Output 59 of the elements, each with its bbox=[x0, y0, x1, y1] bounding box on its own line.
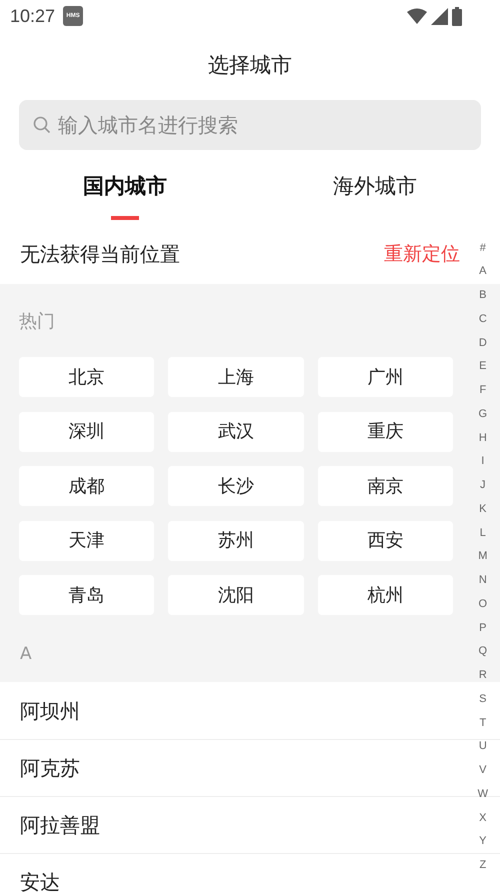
index-letter[interactable]: W bbox=[478, 782, 488, 806]
index-letter[interactable]: A bbox=[479, 260, 486, 284]
index-letter[interactable]: U bbox=[478, 734, 487, 758]
city-button[interactable]: 武汉 bbox=[168, 412, 304, 452]
status-time: 10:27 bbox=[10, 4, 56, 28]
city-button[interactable]: 西安 bbox=[318, 520, 453, 560]
index-letter[interactable]: Z bbox=[479, 854, 486, 878]
index-letter[interactable]: B bbox=[479, 284, 486, 308]
page-title: 选择城市 bbox=[208, 52, 292, 80]
index-letter[interactable]: V bbox=[479, 758, 486, 782]
city-button[interactable]: 重庆 bbox=[318, 412, 453, 452]
city-item[interactable]: 阿拉善盟 bbox=[20, 810, 100, 840]
index-letter[interactable]: N bbox=[478, 568, 487, 592]
city-button[interactable]: 天津 bbox=[19, 520, 154, 560]
tab-indicator bbox=[111, 216, 139, 220]
section-heading: 热门 bbox=[19, 310, 56, 334]
city-button[interactable]: 青岛 bbox=[19, 575, 154, 615]
city-button[interactable]: 深圳 bbox=[19, 412, 154, 452]
city-item[interactable]: 阿坝州 bbox=[20, 696, 80, 726]
city-button[interactable]: 北京 bbox=[19, 357, 154, 397]
city-button[interactable]: 广州 bbox=[318, 357, 453, 397]
tab[interactable]: 海外城市 bbox=[333, 170, 417, 202]
relocate-link[interactable]: 重新定位 bbox=[384, 240, 460, 268]
search-field[interactable]: 输入城市名进行搜索 bbox=[19, 100, 481, 150]
search-icon bbox=[33, 116, 51, 134]
city-button[interactable]: 长沙 bbox=[168, 466, 304, 506]
signal-icon bbox=[431, 8, 448, 24]
index-letter[interactable]: M bbox=[478, 544, 488, 568]
index-letter[interactable]: H bbox=[478, 426, 487, 450]
index-letter[interactable]: C bbox=[478, 307, 487, 331]
city-button[interactable]: 苏州 bbox=[168, 520, 304, 560]
city-button[interactable]: 南京 bbox=[318, 466, 453, 506]
city-button[interactable]: 成都 bbox=[19, 466, 154, 506]
index-letter[interactable]: G bbox=[478, 402, 488, 426]
battery-icon bbox=[452, 6, 462, 26]
index-letter[interactable]: X bbox=[479, 806, 486, 830]
index-letter[interactable]: Y bbox=[479, 830, 486, 854]
wifi-icon bbox=[407, 8, 427, 24]
index-letter[interactable]: P bbox=[479, 616, 486, 640]
tab[interactable]: 国内城市 bbox=[83, 170, 167, 202]
index-letter[interactable]: K bbox=[479, 497, 486, 521]
index-letter[interactable]: T bbox=[479, 711, 486, 735]
city-item[interactable]: 阿克苏 bbox=[20, 753, 80, 783]
index-letter[interactable]: J bbox=[480, 474, 486, 498]
index-letter[interactable]: F bbox=[479, 378, 486, 402]
index-letter[interactable]: S bbox=[479, 687, 486, 711]
city-button[interactable]: 杭州 bbox=[318, 575, 453, 615]
city-item[interactable]: 安达 bbox=[20, 867, 60, 895]
city-button[interactable]: 沈阳 bbox=[168, 575, 304, 615]
city-button[interactable]: 上海 bbox=[168, 357, 304, 397]
index-letter[interactable]: D bbox=[478, 331, 487, 355]
index-letter[interactable]: O bbox=[478, 592, 488, 616]
index-letter[interactable]: L bbox=[480, 521, 486, 545]
location-status: 无法获得当前位置 bbox=[20, 241, 180, 268]
index-letter[interactable]: # bbox=[480, 236, 486, 260]
index-letter[interactable]: E bbox=[479, 354, 486, 378]
index-letter[interactable]: R bbox=[478, 664, 487, 688]
section-letter: A bbox=[20, 643, 32, 666]
index-letter[interactable]: Q bbox=[478, 640, 488, 664]
